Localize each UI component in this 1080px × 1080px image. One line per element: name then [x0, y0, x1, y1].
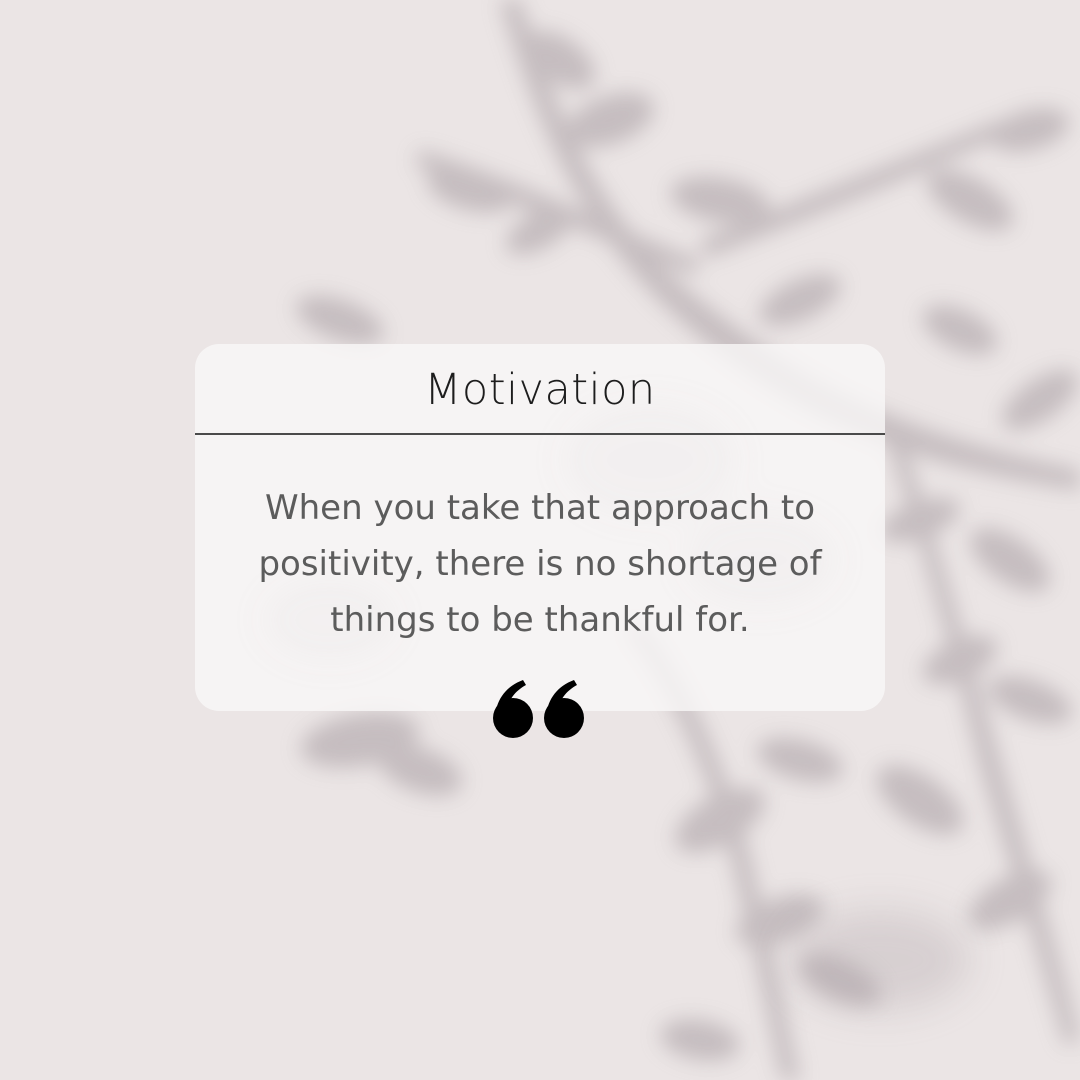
quote-text: When you take that approach to positivit…	[258, 488, 822, 640]
title-divider	[195, 433, 885, 435]
quote-post: Motivation When you take that approach t…	[0, 0, 1080, 1080]
card-title: Motivation	[424, 365, 656, 415]
quote-mark-icon	[493, 680, 584, 738]
